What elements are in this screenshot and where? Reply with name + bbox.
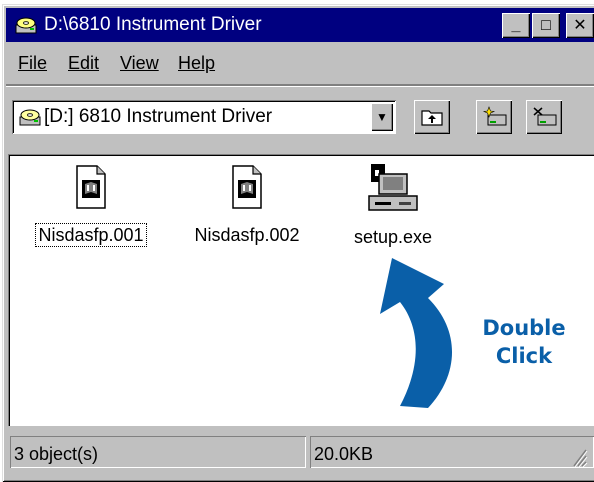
map-network-drive-icon: [482, 106, 507, 126]
file-name: Nisdasfp.001: [35, 223, 147, 247]
up-one-level-button[interactable]: [414, 100, 450, 134]
address-dropdown-button[interactable]: ▼: [371, 103, 393, 131]
file-list-pane[interactable]: Nisdasfp.001 Nisdasfp.002 setup.exe Doub…: [8, 154, 594, 426]
address-text: [D:] 6810 Instrument Driver: [44, 106, 273, 127]
curved-arrow-icon: [380, 258, 453, 408]
status-size-text: 20.0KB: [314, 444, 374, 464]
minimize-icon: _: [511, 17, 521, 34]
menu-bar: File Edit View Help: [6, 44, 594, 80]
drive-icon: [19, 109, 41, 126]
disconnect-network-drive-icon: [533, 107, 557, 126]
file-item[interactable]: Nisdasfp.002: [182, 154, 312, 246]
minimize-button[interactable]: _: [502, 13, 530, 38]
resize-grip-icon[interactable]: [564, 440, 588, 468]
maximize-button[interactable]: □: [532, 13, 560, 38]
close-icon: ✕: [573, 17, 587, 34]
status-object-count: 3 object(s): [10, 436, 306, 468]
document-icon: [76, 165, 106, 209]
file-item[interactable]: setup.exe: [338, 154, 448, 248]
double-click-annotation: Double Click: [474, 314, 574, 370]
maximize-icon: □: [541, 17, 551, 34]
file-name: setup.exe: [353, 227, 433, 247]
status-bar: 3 object(s) 20.0KB: [4, 432, 594, 472]
menu-file[interactable]: File: [18, 52, 47, 74]
setup-program-icon: [368, 164, 418, 211]
disconnect-network-drive-button[interactable]: [526, 100, 562, 134]
menu-view[interactable]: View: [120, 52, 159, 74]
chevron-down-icon: ▼: [376, 110, 388, 124]
menu-divider: [6, 84, 594, 87]
title-bar[interactable]: D:\6810 Instrument Driver _ □ ✕: [6, 8, 594, 42]
file-name: Nisdasfp.002: [194, 225, 300, 245]
status-size: 20.0KB: [310, 436, 594, 468]
file-item[interactable]: Nisdasfp.001: [22, 154, 160, 247]
annotation-line-2: Click: [495, 344, 553, 368]
menu-help[interactable]: Help: [178, 52, 215, 74]
status-object-count-text: 3 object(s): [14, 444, 99, 464]
cd-drive-icon: [15, 17, 37, 34]
close-button[interactable]: ✕: [566, 13, 594, 38]
document-icon: [232, 165, 262, 209]
up-folder-icon: [421, 110, 443, 126]
menu-edit[interactable]: Edit: [68, 52, 99, 74]
annotation-line-1: Double: [482, 316, 566, 340]
map-network-drive-button[interactable]: [476, 100, 512, 134]
window-title: D:\6810 Instrument Driver: [44, 14, 262, 35]
address-combobox[interactable]: [D:] 6810 Instrument Driver ▼: [12, 100, 396, 134]
